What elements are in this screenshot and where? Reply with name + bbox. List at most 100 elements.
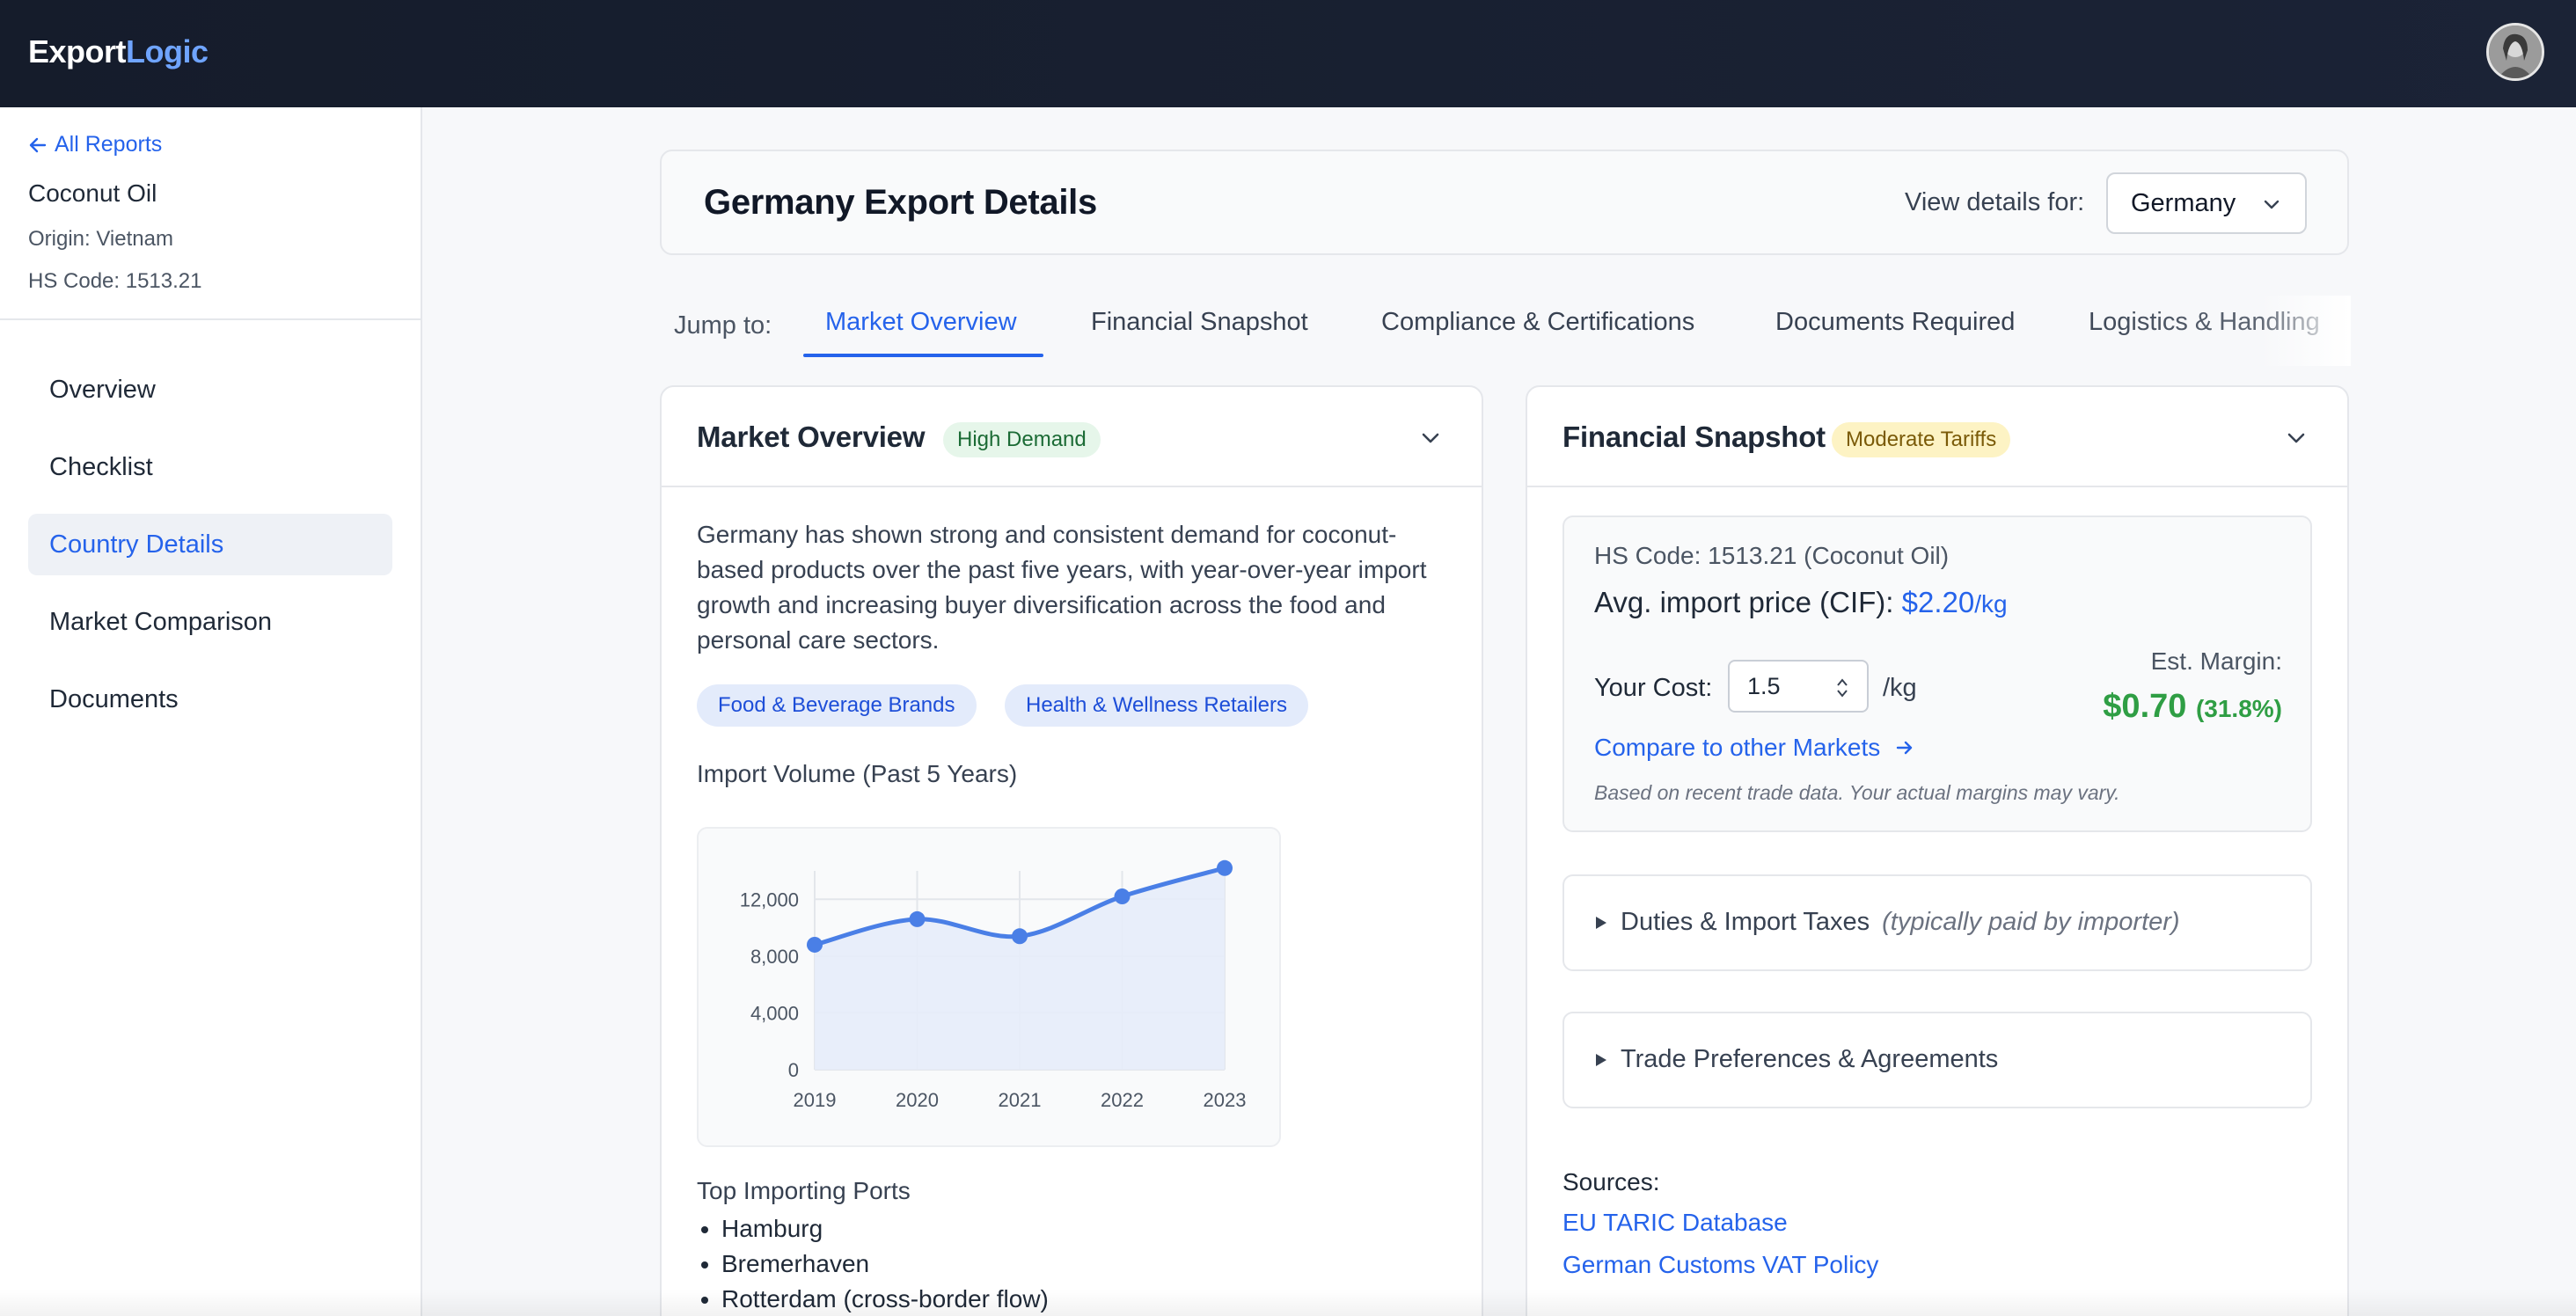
financial-snapshot-card: Financial Snapshot Moderate Tariffs HS C… [1526,385,2349,1316]
chart-y-tick-label: 8,000 [750,946,799,968]
sidebar-item-overview[interactable]: Overview [28,359,392,420]
sidebar-item-label: Country Details [49,530,224,559]
margin-percent: (31.8%) [2195,695,2282,722]
chart-y-tick-label: 12,000 [740,888,799,910]
your-cost-value: 1.5 [1747,672,1781,699]
view-details-label: View details for: [1905,188,2085,216]
ports-heading: Top Importing Ports [697,1177,911,1204]
margin-disclaimer: Based on recent trade data. Your actual … [1594,781,2120,804]
avatar[interactable] [2486,23,2544,81]
duties-note: (typically paid by importer) [1882,908,2180,936]
back-to-reports-link[interactable]: All Reports [28,132,162,157]
sidebar-item-market-comparison[interactable]: Market Comparison [28,591,392,653]
source-link-german-customs[interactable]: German Customs VAT Policy [1562,1251,1878,1279]
chart-x-tick-label: 2019 [794,1089,837,1111]
sidebar-item-label: Market Comparison [49,607,273,636]
your-cost-unit: /kg [1883,674,1917,702]
avg-import-price: Avg. import price (CIF): $2.20/kg [1594,586,2008,619]
tab-logistics-handling[interactable]: Logistics & Handling [2089,308,2320,337]
margin-value: $0.70 (31.8%) [2103,688,2282,726]
your-cost-input[interactable]: 1.5 [1728,660,1869,713]
chart-point [807,936,823,953]
sidebar-nav: Overview Checklist Country Details Marke… [28,359,392,746]
logo-accent: Logic [126,33,209,69]
product-name: Coconut Oil [28,179,157,207]
logo-main: Export [28,33,127,69]
trade-accordion-label: Trade Preferences & Agreements [1594,1045,1998,1074]
tab-compliance-certifications[interactable]: Compliance & Certifications [1381,308,1694,337]
duties-accordion[interactable]: Duties & Import Taxes (typically paid by… [1562,874,2312,971]
price-unit: /kg [1974,590,2008,618]
back-link-label: All Reports [55,132,163,157]
list-item: Bremerhaven [721,1251,1049,1277]
trade-title: Trade Preferences & Agreements [1621,1045,1999,1073]
sidebar: All Reports Coconut Oil Origin: Vietnam … [0,107,422,1316]
price-label: Avg. import price (CIF): [1594,586,1894,618]
arrow-right-icon [1897,741,1913,755]
chart-heading: Import Volume (Past 5 Years) [697,760,1018,787]
price-value: $2.20 [1901,586,1975,618]
sidebar-item-label: Overview [49,375,156,404]
chevron-down-icon[interactable] [2284,426,2309,450]
your-cost-label: Your Cost: [1594,674,1713,702]
chart-point [909,910,926,927]
tab-documents-required[interactable]: Documents Required [1775,308,2015,337]
chart-x-tick-label: 2023 [1204,1089,1247,1111]
product-origin: Origin: Vietnam [28,227,173,251]
ports-list: Hamburg Bremerhaven Rotterdam (cross-bor… [721,1216,1049,1316]
financial-snapshot-title: Financial Snapshot [1562,420,1826,453]
sidebar-item-documents[interactable]: Documents [28,669,392,730]
chart-x-tick-label: 2022 [1101,1089,1144,1111]
page-title: Germany Export Details [704,183,1097,222]
list-item: Rotterdam (cross-border flow) [721,1286,1049,1312]
sidebar-item-label: Documents [49,684,179,713]
chart-x-tick-label: 2021 [999,1089,1042,1111]
chart-point [1012,928,1028,945]
market-description: Germany has shown strong and consistent … [697,521,1427,654]
app-logo[interactable]: ExportLogic [28,33,209,70]
chart-y-tick-label: 4,000 [750,1002,799,1024]
market-overview-card: Market Overview High Demand Germany has … [660,385,1483,1316]
chart-x-tick-label: 2020 [896,1089,939,1111]
import-volume-chart-svg: 0 4,000 8,000 12,000 2019 2020 2021 2022 2023 [740,859,1247,1111]
hs-code-line: HS Code: 1513.21 (Coconut Oil) [1594,542,1950,569]
avatar-image [2489,26,2542,78]
country-select-value: Germany [2131,188,2236,217]
margin-label: Est. Margin: [2150,647,2282,675]
financial-snapshot-header[interactable]: Financial Snapshot Moderate Tariffs [1527,387,2347,487]
product-hs-code: HS Code: 1513.21 [28,269,202,293]
list-item: Hamburg [721,1216,1049,1242]
chart-point [1217,859,1233,876]
import-volume-chart: 0 4,000 8,000 12,000 2019 2020 2021 2022 2023 [697,827,1281,1147]
sidebar-item-checklist[interactable]: Checklist [28,436,392,498]
jump-to-nav: Jump to: Market Overview Financial Snaps… [660,296,2351,366]
jump-to-label: Jump to: [674,311,772,340]
country-select[interactable]: Germany [2106,172,2307,234]
chevron-down-icon [2264,200,2280,209]
sidebar-item-country-details[interactable]: Country Details [28,514,392,575]
buyer-pill[interactable]: Food & Beverage Brands [697,684,977,727]
trade-preferences-accordion[interactable]: Trade Preferences & Agreements [1562,1012,2312,1108]
tab-market-overview[interactable]: Market Overview [825,308,1017,337]
sidebar-item-label: Checklist [49,452,153,481]
duties-title: Duties & Import Taxes [1621,908,1870,936]
buyer-pill[interactable]: Health & Wellness Retailers [1005,684,1309,727]
page-header: Germany Export Details View details for:… [660,150,2349,255]
chevron-down-icon[interactable] [1418,426,1443,450]
margin-amount: $0.70 [2103,688,2187,725]
triangle-right-icon [1596,1053,1606,1066]
arrow-left-icon [29,137,47,152]
active-tab-indicator [803,354,1043,357]
stepper-icon[interactable] [1835,676,1849,700]
market-overview-header[interactable]: Market Overview High Demand [662,387,1482,487]
sidebar-report-info: All Reports Coconut Oil Origin: Vietnam … [0,107,421,320]
demand-badge: High Demand [943,422,1101,457]
source-link-eu-taric[interactable]: EU TARIC Database [1562,1209,1788,1237]
compare-markets-link[interactable]: Compare to other Markets [1594,734,1915,762]
margin-calculator: HS Code: 1513.21 (Coconut Oil) Avg. impo… [1562,515,2312,832]
chart-y-tick-label: 0 [788,1059,799,1081]
sources-label: Sources: [1562,1168,1660,1195]
top-bar: ExportLogic [0,0,2576,107]
tab-financial-snapshot[interactable]: Financial Snapshot [1091,308,1308,337]
duties-accordion-label: Duties & Import Taxes (typically paid by… [1594,908,2180,937]
